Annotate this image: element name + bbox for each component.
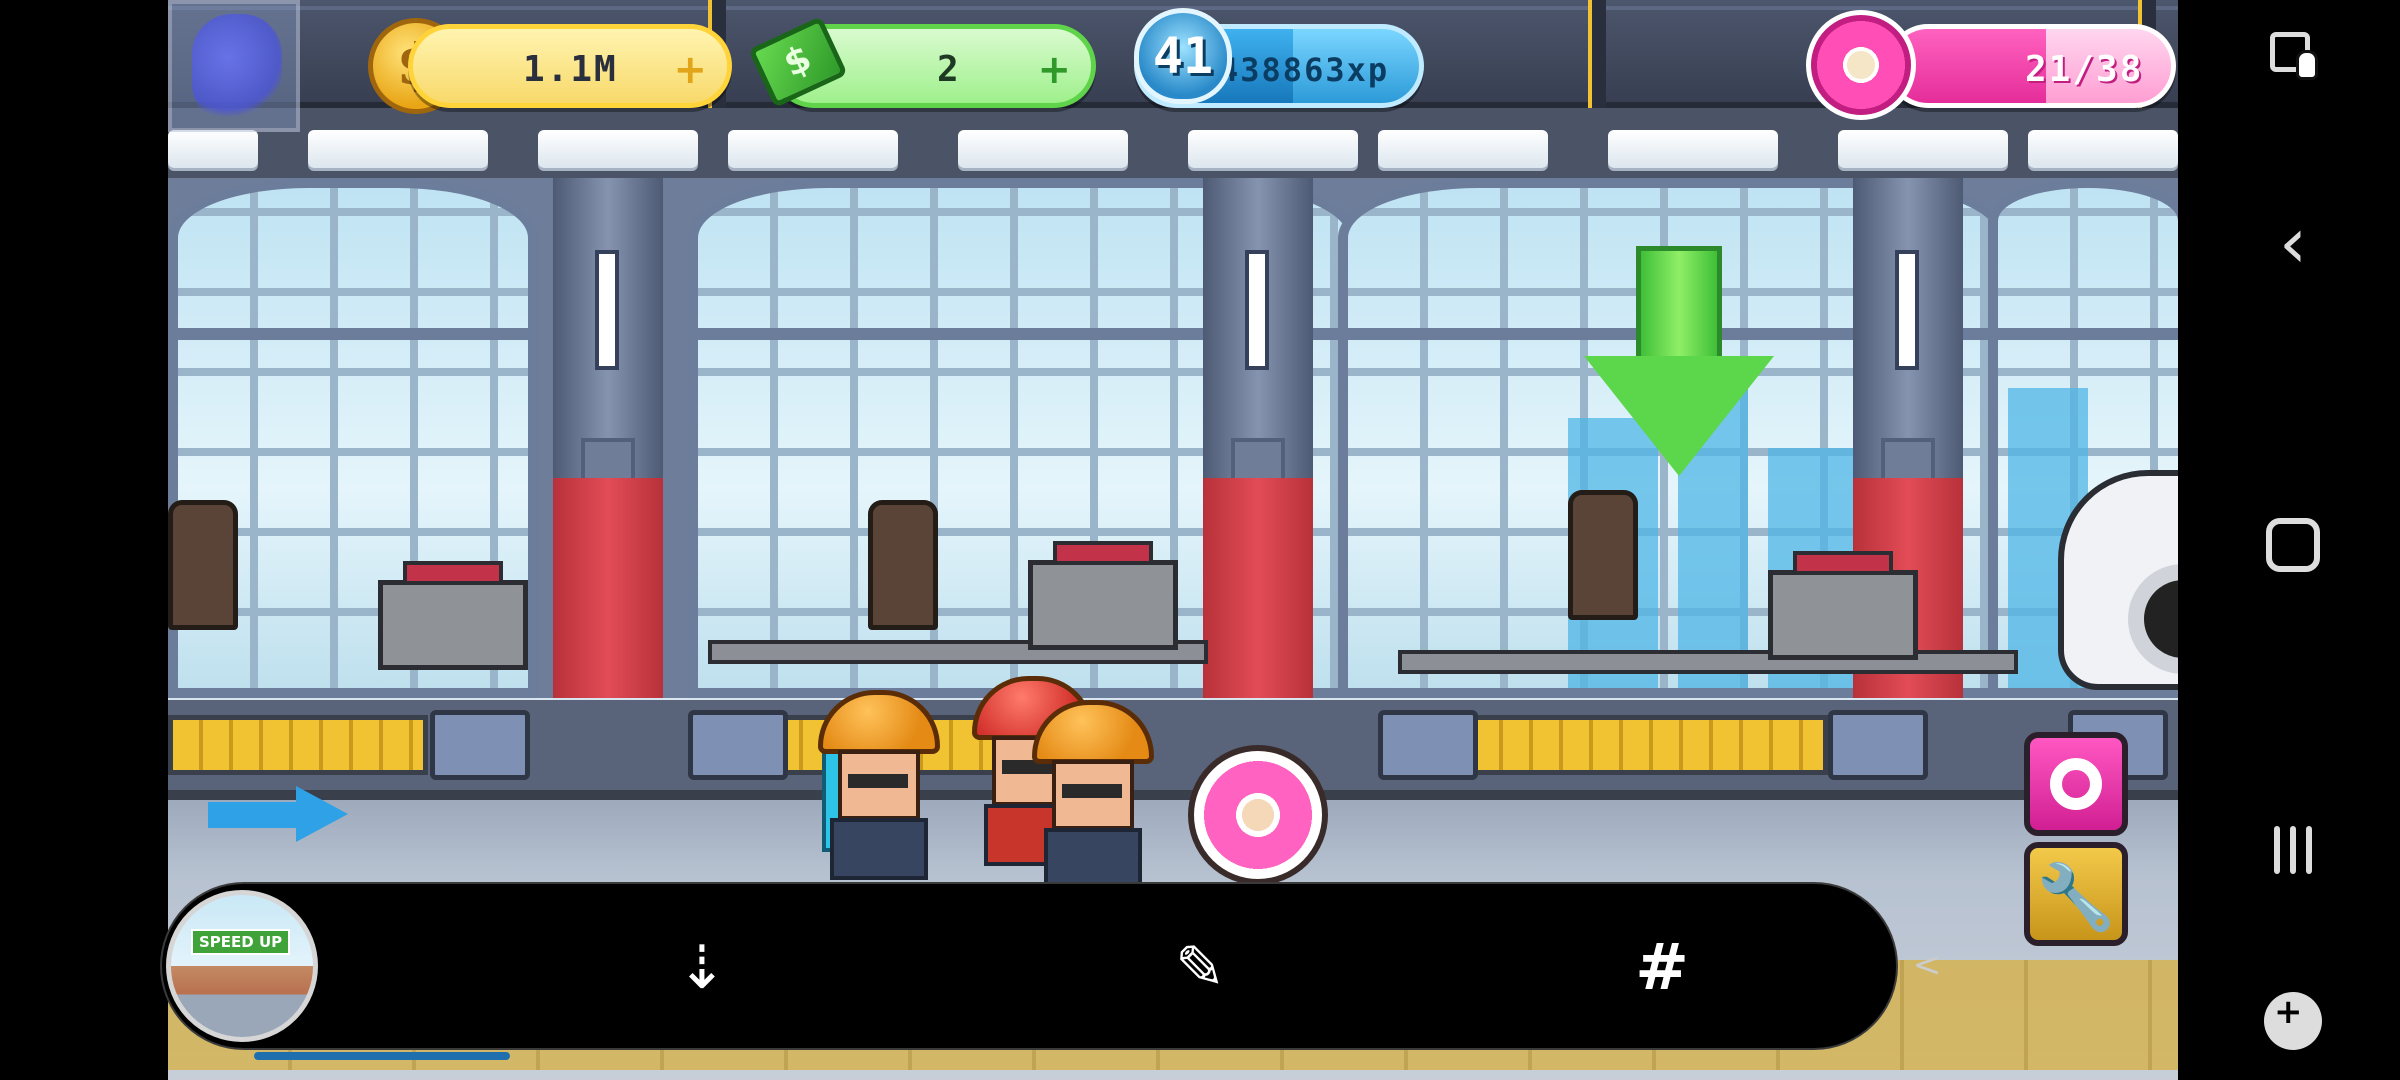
car-engine (378, 561, 528, 670)
ceiling-light (2028, 130, 2178, 168)
level-badge[interactable]: 41 (1134, 8, 1232, 104)
coins-counter[interactable]: 1.1M + (408, 24, 732, 108)
arrow-down-indicator-icon (1584, 246, 1774, 476)
thumbnail-badge: SPEED UP (191, 929, 291, 955)
car-engine (1768, 551, 1918, 660)
car-engine (1028, 541, 1178, 650)
screenshot-toolbar: SPEED UP ⇣ ✎ # < (160, 882, 1941, 1050)
donuts-counter[interactable]: 21/38 (1886, 24, 2176, 108)
conveyor-block (1378, 710, 1478, 780)
hashtag-icon[interactable]: # (1622, 928, 1702, 1008)
screenshot-thumbnail[interactable]: SPEED UP (166, 890, 318, 1042)
ceiling-light (958, 130, 1128, 168)
conveyor-block (688, 710, 788, 780)
donut-pickup-icon[interactable] (1188, 745, 1328, 885)
coins-value: 1.1M (523, 49, 618, 90)
arrow-right-icon (208, 786, 348, 842)
screenshot-touch-icon[interactable] (2248, 10, 2338, 100)
back-icon[interactable]: ‹ (2248, 198, 2338, 288)
ceiling-light (168, 130, 258, 168)
scroll-capture-icon[interactable]: ⇣ (662, 928, 742, 1008)
upgrade-wrench-button[interactable]: 🔧 (2024, 842, 2128, 946)
ceiling-light (728, 130, 898, 168)
car-seat (868, 500, 938, 630)
factory-pillar (553, 178, 663, 698)
donut-icon (1806, 10, 1916, 120)
navigation-bar: ‹ (2178, 0, 2400, 1080)
ceiling-light (1188, 130, 1358, 168)
worker-character[interactable] (818, 690, 940, 880)
ceiling-light (538, 130, 698, 168)
cash-value: 2 (937, 49, 961, 90)
player-avatar[interactable] (168, 0, 300, 132)
donuts-value: 21/38 (2025, 49, 2144, 90)
home-icon[interactable] (2248, 500, 2338, 590)
add-cash-button[interactable]: + (1037, 47, 1071, 93)
conveyor-block (430, 710, 530, 780)
conveyor-belt (1468, 715, 1828, 775)
xp-value: 438863xp (1219, 51, 1390, 89)
crop-edit-icon[interactable]: ✎ (1160, 928, 1240, 1008)
share-icon[interactable]: < (1892, 930, 1962, 1000)
conveyor-belt (168, 715, 428, 775)
add-coins-button[interactable]: + (673, 47, 707, 93)
hud-divider (1588, 0, 1606, 108)
ceiling-light (1378, 130, 1548, 168)
worker-character[interactable] (1032, 700, 1154, 890)
toolbar-progress (254, 1052, 510, 1060)
car-frame[interactable] (1398, 650, 2018, 674)
game-tools-icon[interactable] (2248, 976, 2338, 1066)
ceiling-light (308, 130, 488, 168)
car-seat (168, 500, 238, 630)
conveyor-block (1828, 710, 1928, 780)
car-seat (1568, 490, 1638, 620)
recent-apps-icon[interactable] (2248, 804, 2338, 894)
factory-pillar (1203, 178, 1313, 698)
ceiling-light (1608, 130, 1778, 168)
donut-shop-button[interactable] (2024, 732, 2128, 836)
ceiling-light (1838, 130, 2008, 168)
wrench-icon: 🔧 (2036, 861, 2116, 935)
